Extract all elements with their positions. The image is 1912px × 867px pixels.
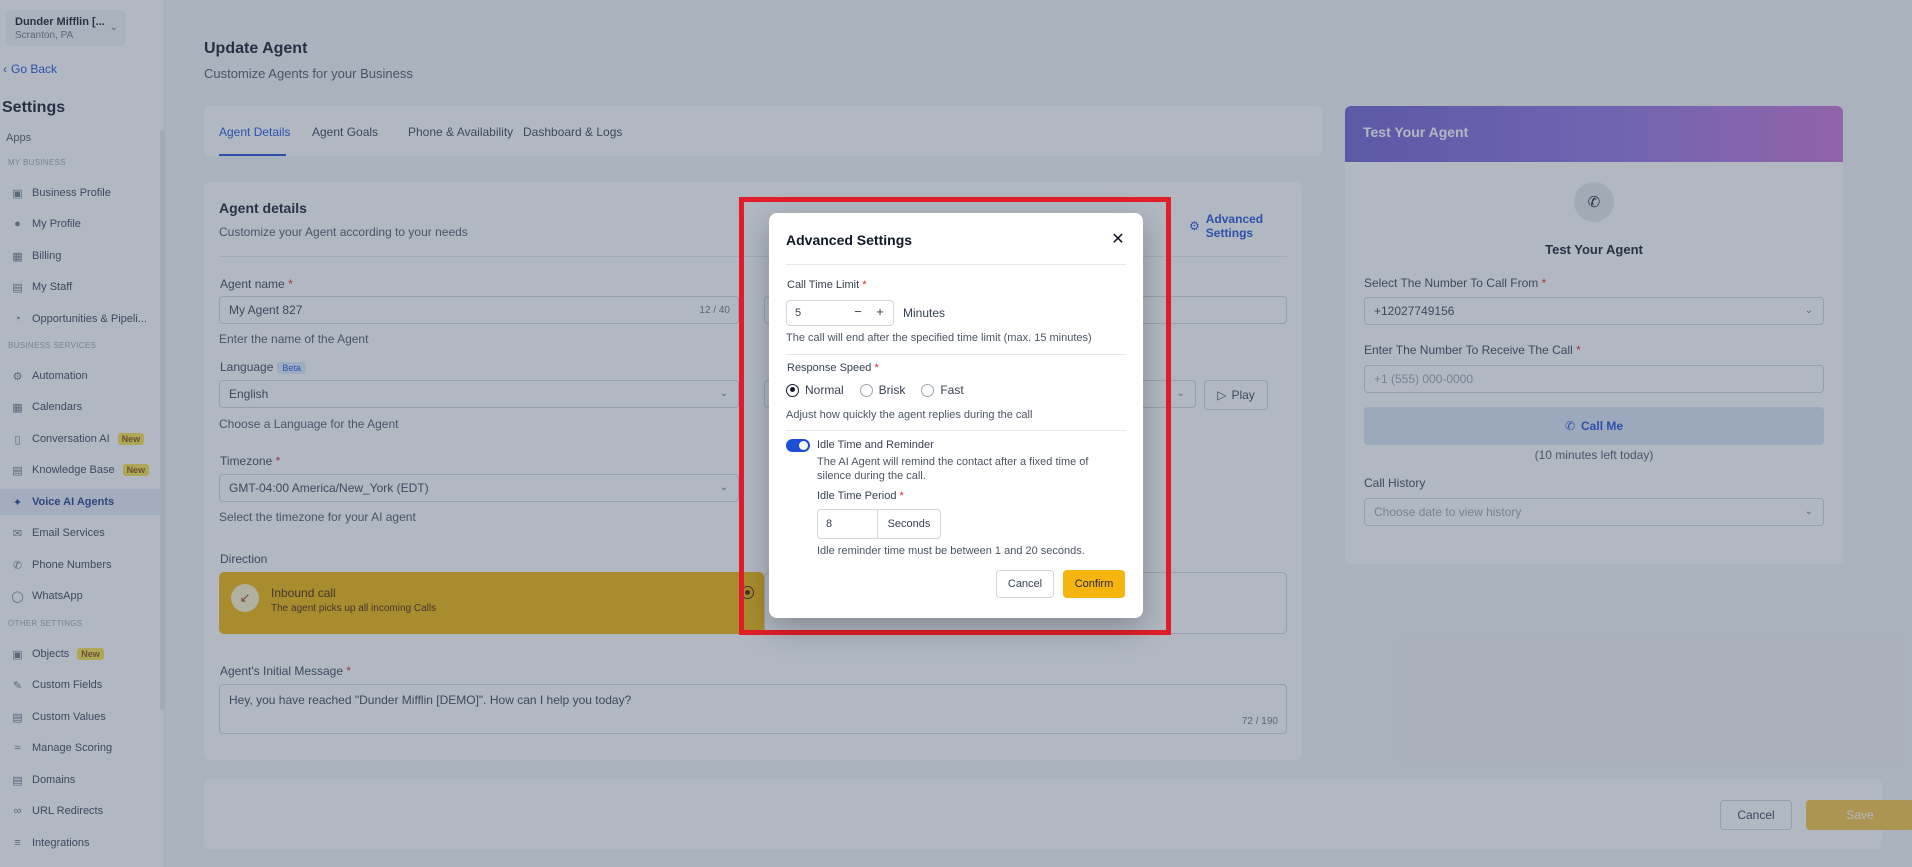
call-time-limit-label: Call Time Limit * [787,279,867,291]
call-time-limit-stepper[interactable]: 5 − + [786,300,894,326]
call-time-limit-hint: The call will end after the specified ti… [786,332,1092,344]
speed-option-label: Brisk [878,383,906,397]
idle-period-hint: Idle reminder time must be between 1 and… [817,545,1085,557]
close-icon[interactable]: ✕ [1111,232,1125,248]
response-speed-label: Response Speed * [787,362,879,374]
response-speed-group: Normal Brisk Fast [786,383,964,397]
divider [786,430,1126,431]
idle-period-value[interactable]: 8 [818,510,878,538]
idle-period-unit: Seconds [887,518,931,530]
plus-icon[interactable]: + [873,304,887,319]
idle-reminder-label: Idle Time and Reminder [817,439,934,451]
speed-option-normal[interactable]: Normal [786,383,844,397]
idle-period-input[interactable]: 8 Seconds [817,509,941,539]
modal-title: Advanced Settings [786,232,913,248]
response-speed-hint: Adjust how quickly the agent replies dur… [786,409,1033,421]
modal-confirm-button[interactable]: Confirm [1063,570,1125,598]
idle-reminder-toggle[interactable] [786,439,810,452]
radio-unselected[interactable] [859,383,873,397]
call-time-limit-value: 5 [795,307,802,319]
speed-option-fast[interactable]: Fast [921,383,964,397]
advanced-settings-modal: Advanced Settings ✕ Call Time Limit * 5 … [769,213,1143,618]
speed-option-brisk[interactable]: Brisk [859,383,906,397]
modal-cancel-button[interactable]: Cancel [996,570,1054,598]
call-time-limit-unit: Minutes [903,306,946,320]
radio-selected[interactable] [786,383,799,397]
radio-unselected[interactable] [921,383,935,397]
speed-option-label: Normal [805,383,844,397]
divider [786,354,1126,355]
divider [786,264,1126,265]
idle-period-label: Idle Time Period * [817,490,904,502]
idle-reminder-description: The AI Agent will remind the contact aft… [817,456,1089,482]
speed-option-label: Fast [940,383,964,397]
minus-icon[interactable]: − [851,304,865,319]
